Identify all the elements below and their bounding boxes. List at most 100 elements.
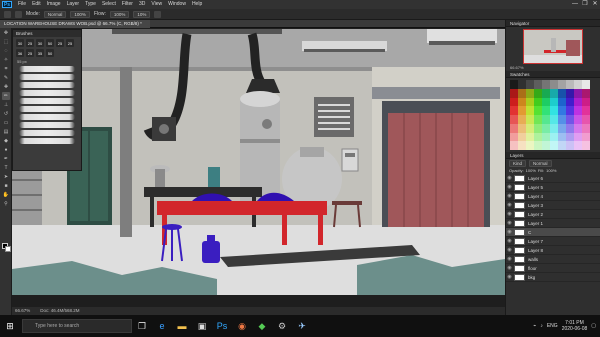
- color-swatch[interactable]: [574, 132, 582, 142]
- brush-tool-icon[interactable]: [4, 10, 11, 18]
- layer-row[interactable]: ◉ Layer 7: [506, 237, 600, 246]
- eyedropper-tool-icon[interactable]: ✎: [2, 74, 10, 82]
- visibility-eye-icon[interactable]: ◉: [506, 184, 513, 190]
- app-taskbar-icon[interactable]: ◆: [255, 319, 269, 333]
- store-icon[interactable]: ▣: [195, 319, 209, 333]
- clock[interactable]: 7:01 PM 2020-06-08: [562, 320, 588, 332]
- settings-gear-icon[interactable]: [154, 10, 162, 18]
- gradient-tool-icon[interactable]: ▤: [2, 128, 10, 136]
- color-swatch[interactable]: [566, 97, 574, 107]
- visibility-eye-icon[interactable]: ◉: [506, 265, 513, 271]
- network-icon[interactable]: ⌁: [533, 323, 536, 329]
- visibility-eye-icon[interactable]: ◉: [506, 175, 513, 181]
- color-swatch[interactable]: [550, 88, 558, 98]
- language-indicator[interactable]: ENG: [547, 323, 558, 329]
- color-swatch[interactable]: [558, 123, 566, 133]
- type-tool-icon[interactable]: T: [2, 164, 10, 172]
- crop-tool-icon[interactable]: ⌗: [2, 65, 10, 73]
- color-swatch[interactable]: [534, 132, 542, 142]
- color-swatch[interactable]: [566, 106, 574, 115]
- layer-row[interactable]: ◉ Layer 6: [506, 174, 600, 183]
- color-swatch[interactable]: [518, 132, 526, 142]
- menu-window[interactable]: Window: [165, 0, 189, 9]
- color-swatch[interactable]: [510, 141, 518, 150]
- task-view-icon[interactable]: ❐: [135, 319, 149, 333]
- eraser-tool-icon[interactable]: ▭: [2, 119, 10, 127]
- color-swatch[interactable]: [550, 106, 558, 115]
- smoothing-field[interactable]: 10%: [133, 10, 151, 18]
- shape-tool-icon[interactable]: ■: [2, 182, 10, 190]
- color-swatch[interactable]: [526, 115, 534, 124]
- photoshop-taskbar-icon[interactable]: Ps: [215, 319, 229, 333]
- close-button[interactable]: ✕: [590, 0, 600, 9]
- menu-edit[interactable]: Edit: [29, 0, 44, 9]
- visibility-eye-icon[interactable]: ◉: [506, 256, 513, 262]
- brush-stroke-preview[interactable]: [19, 66, 75, 72]
- color-swatch[interactable]: [510, 132, 518, 142]
- color-swatch[interactable]: [518, 115, 526, 124]
- color-swatch[interactable]: [574, 106, 582, 115]
- navigator-zoom[interactable]: 66.67%: [506, 64, 600, 71]
- color-swatch[interactable]: [518, 141, 526, 150]
- move-tool-icon[interactable]: ✥: [2, 29, 10, 37]
- color-swatch[interactable]: [534, 80, 542, 89]
- layer-row[interactable]: ◉ Layer 4: [506, 192, 600, 201]
- brush-stroke-preview[interactable]: [19, 122, 75, 128]
- color-swatch[interactable]: [542, 106, 550, 115]
- color-swatch[interactable]: [542, 88, 550, 98]
- color-swatch[interactable]: [582, 97, 590, 107]
- brush-preset[interactable]: 36: [16, 49, 24, 57]
- hand-tool-icon[interactable]: ✋: [2, 191, 10, 199]
- blur-tool-icon[interactable]: ◆: [2, 137, 10, 145]
- brush-stroke-preview[interactable]: [19, 114, 75, 120]
- color-swatch[interactable]: [534, 106, 542, 115]
- brush-preset[interactable]: 30: [16, 39, 24, 47]
- visibility-eye-icon[interactable]: ◉: [506, 220, 513, 226]
- brush-preset[interactable]: 50: [46, 49, 54, 57]
- lasso-tool-icon[interactable]: ◌: [2, 47, 10, 55]
- marquee-tool-icon[interactable]: ⬚: [2, 38, 10, 46]
- layer-row[interactable]: ◉ Layer 5: [506, 183, 600, 192]
- color-swatch[interactable]: [526, 132, 534, 142]
- menu-help[interactable]: Help: [189, 0, 205, 9]
- layer-row[interactable]: ◉ Layer 8: [506, 246, 600, 255]
- dodge-tool-icon[interactable]: ●: [2, 146, 10, 154]
- brush-preset[interactable]: 25: [26, 49, 34, 57]
- healing-tool-icon[interactable]: ✚: [2, 83, 10, 91]
- menu-view[interactable]: View: [148, 0, 165, 9]
- visibility-eye-icon[interactable]: ◉: [506, 238, 513, 244]
- color-swatch[interactable]: [542, 97, 550, 107]
- layer-filter-dropdown[interactable]: Kind: [509, 160, 527, 167]
- color-swatch[interactable]: [550, 123, 558, 133]
- document-tab[interactable]: LOCATION WAREHOUSE DRAWS WOB.psd @ 66.7%…: [0, 20, 150, 28]
- path-select-tool-icon[interactable]: ➤: [2, 173, 10, 181]
- layer-row[interactable]: ◉ Layer 2: [506, 210, 600, 219]
- color-swatch[interactable]: [526, 123, 534, 133]
- background-color-swatch[interactable]: [5, 246, 11, 252]
- color-swatch[interactable]: [510, 123, 518, 133]
- app-taskbar-icon[interactable]: ◉: [235, 319, 249, 333]
- layer-row[interactable]: ◉ bkg: [506, 273, 600, 282]
- menu-3d[interactable]: 3D: [136, 0, 148, 9]
- color-swatch[interactable]: [526, 80, 534, 89]
- color-swatch[interactable]: [582, 88, 590, 98]
- flow-field[interactable]: 100%: [109, 10, 130, 18]
- document-canvas[interactable]: [12, 29, 505, 295]
- color-swatch[interactable]: [526, 141, 534, 150]
- edge-browser-icon[interactable]: e: [155, 319, 169, 333]
- brush-preset[interactable]: 25: [56, 39, 64, 47]
- color-swatch[interactable]: [566, 141, 574, 150]
- windows-start-icon[interactable]: ⊞: [3, 319, 17, 333]
- color-swatch[interactable]: [558, 115, 566, 124]
- color-swatch[interactable]: [534, 141, 542, 150]
- color-swatch[interactable]: [558, 97, 566, 107]
- file-explorer-icon[interactable]: ▬: [175, 319, 189, 333]
- color-swatch[interactable]: [550, 132, 558, 142]
- menu-image[interactable]: Image: [44, 0, 64, 9]
- stamp-tool-icon[interactable]: ⊥: [2, 101, 10, 109]
- visibility-eye-icon[interactable]: ◉: [506, 193, 513, 199]
- magic-wand-tool-icon[interactable]: ✧: [2, 56, 10, 64]
- color-swatch[interactable]: [518, 97, 526, 107]
- color-swatch[interactable]: [542, 80, 550, 89]
- color-swatch[interactable]: [582, 115, 590, 124]
